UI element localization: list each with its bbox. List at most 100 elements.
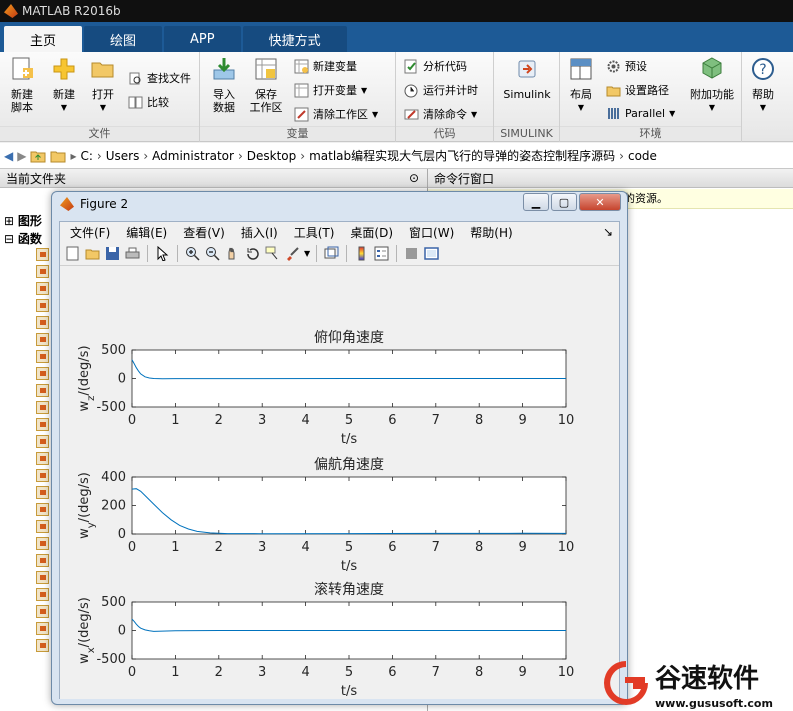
x-tick-label: 0	[128, 665, 136, 680]
mfile-icon[interactable]	[36, 520, 49, 533]
browse-folder-icon[interactable]	[50, 148, 66, 164]
collapse-minus-icon[interactable]: ⊟	[4, 232, 14, 246]
breadcrumb-item[interactable]: C:	[81, 149, 93, 163]
maximize-button[interactable]: ▢	[551, 193, 577, 211]
plus-icon	[53, 58, 75, 80]
new-figure-icon[interactable]	[64, 245, 81, 262]
mfile-icon[interactable]	[36, 503, 49, 516]
mfile-icon[interactable]	[36, 418, 49, 431]
breadcrumb-item[interactable]: matlab编程实现大气层内飞行的导弹的姿态控制程序源码	[309, 147, 615, 164]
figure-window[interactable]: Figure 2 ▁ ▢ ✕ 文件(F) 编辑(E) 查看(V) 插入(I) 工…	[51, 191, 628, 705]
back-arrow-icon[interactable]: ◀	[4, 149, 13, 163]
tab-plots[interactable]: 绘图	[84, 26, 163, 52]
gususoft-logo-icon	[604, 661, 648, 705]
panel-menu-icon[interactable]: ⊙	[409, 171, 419, 185]
print-icon[interactable]	[124, 245, 141, 262]
breadcrumb-item[interactable]: Administrator	[152, 149, 234, 163]
y-tick-label: 500	[101, 343, 126, 358]
expand-plus-icon[interactable]: ⊞	[4, 214, 14, 228]
help-button[interactable]: ? 帮助 ▼	[748, 56, 778, 114]
x-tick-label: 5	[345, 665, 353, 680]
mfile-icon[interactable]	[36, 554, 49, 567]
zoom-out-icon[interactable]	[204, 245, 221, 262]
close-button[interactable]: ✕	[579, 193, 621, 211]
mfile-icon[interactable]	[36, 333, 49, 346]
up-folder-icon[interactable]	[30, 148, 46, 164]
figure-plot-area[interactable]: 0 1 2 3 4 5 6 7 8 9 10-5000500俯仰角速度t/swz/(deg/s)0 1…	[60, 268, 619, 699]
preferences-button[interactable]: 预设	[606, 58, 647, 74]
colorbar-icon[interactable]	[353, 245, 370, 262]
menu-tools[interactable]: 工具(T)	[286, 224, 343, 241]
mfile-icon[interactable]	[36, 248, 49, 261]
mfile-icon[interactable]	[36, 571, 49, 584]
mfile-icon[interactable]	[36, 401, 49, 414]
zoom-in-icon[interactable]	[184, 245, 201, 262]
minimize-button[interactable]: ▁	[523, 193, 549, 211]
run-and-time-button[interactable]: 运行并计时	[404, 82, 478, 98]
new-button[interactable]: 新建 ▼	[48, 56, 80, 114]
dock-arrow-icon[interactable]: ↘	[603, 225, 619, 239]
mfile-icon[interactable]	[36, 367, 49, 380]
variable-group-label: 变量	[200, 126, 395, 141]
mfile-icon[interactable]	[36, 384, 49, 397]
menu-view[interactable]: 查看(V)	[175, 224, 233, 241]
tab-shortcuts[interactable]: 快捷方式	[242, 26, 347, 52]
mfile-icon[interactable]	[36, 622, 49, 635]
forward-arrow-icon[interactable]: ▶	[17, 149, 26, 163]
mfile-icon[interactable]	[36, 316, 49, 329]
find-files-button[interactable]: 查找文件	[128, 70, 191, 86]
layout-button[interactable]: 布局 ▼	[566, 56, 596, 114]
clear-commands-button[interactable]: 清除命令 ▼	[404, 106, 477, 122]
analyze-code-button[interactable]: 分析代码	[404, 58, 467, 74]
compare-button[interactable]: 比较	[128, 94, 169, 110]
menu-window[interactable]: 窗口(W)	[401, 224, 462, 241]
breadcrumb-item[interactable]: Desktop	[247, 149, 297, 163]
data-cursor-icon[interactable]	[264, 245, 281, 262]
mfile-icon[interactable]	[36, 469, 49, 482]
mfile-icon[interactable]	[36, 486, 49, 499]
mfile-icon[interactable]	[36, 452, 49, 465]
mfile-icon[interactable]	[36, 435, 49, 448]
link-plot-icon[interactable]	[323, 245, 340, 262]
mfile-icon[interactable]	[36, 299, 49, 312]
save-icon[interactable]	[104, 245, 121, 262]
hide-plot-tools-icon[interactable]	[403, 245, 420, 262]
tab-apps[interactable]: APP	[164, 26, 241, 52]
mfile-icon[interactable]	[36, 588, 49, 601]
set-path-button[interactable]: 设置路径	[606, 82, 669, 98]
simulink-button[interactable]: Simulink	[500, 56, 554, 101]
brush-icon[interactable]	[284, 245, 301, 262]
tree-node-graphics[interactable]: ⊞ 图形	[4, 212, 42, 230]
pointer-icon[interactable]	[154, 245, 171, 262]
tab-home[interactable]: 主页	[4, 26, 83, 52]
mfile-icon[interactable]	[36, 350, 49, 363]
open-button[interactable]: 打开 ▼	[88, 56, 118, 114]
menu-edit[interactable]: 编辑(E)	[118, 224, 175, 241]
tree-node-functions[interactable]: ⊟ 函数	[4, 230, 42, 248]
rotate-3d-icon[interactable]	[244, 245, 261, 262]
add-ons-button[interactable]: 附加功能 ▼	[686, 56, 738, 114]
new-script-button[interactable]: 新建 脚本	[6, 56, 38, 114]
open-variable-button[interactable]: 打开变量 ▼	[294, 82, 367, 98]
menu-desktop[interactable]: 桌面(D)	[342, 224, 401, 241]
clear-workspace-button[interactable]: 清除工作区 ▼	[294, 106, 378, 122]
mfile-icon[interactable]	[36, 265, 49, 278]
show-plot-tools-icon[interactable]	[423, 245, 440, 262]
save-workspace-button[interactable]: 保存 工作区	[248, 56, 284, 114]
menu-insert[interactable]: 插入(I)	[233, 224, 286, 241]
mfile-icon[interactable]	[36, 537, 49, 550]
mfile-icon[interactable]	[36, 639, 49, 652]
open-file-icon[interactable]	[84, 245, 101, 262]
brush-dropdown-icon[interactable]: ▼	[304, 249, 310, 258]
menu-help[interactable]: 帮助(H)	[462, 224, 520, 241]
legend-icon[interactable]	[373, 245, 390, 262]
mfile-icon[interactable]	[36, 282, 49, 295]
breadcrumb-item[interactable]: code	[628, 149, 657, 163]
breadcrumb-item[interactable]: Users	[106, 149, 140, 163]
mfile-icon[interactable]	[36, 605, 49, 618]
parallel-button[interactable]: Parallel ▼	[606, 106, 675, 121]
menu-file[interactable]: 文件(F)	[62, 224, 118, 241]
new-variable-button[interactable]: 新建变量	[294, 58, 357, 74]
pan-hand-icon[interactable]	[224, 245, 241, 262]
import-data-button[interactable]: 导入 数据	[208, 56, 240, 114]
